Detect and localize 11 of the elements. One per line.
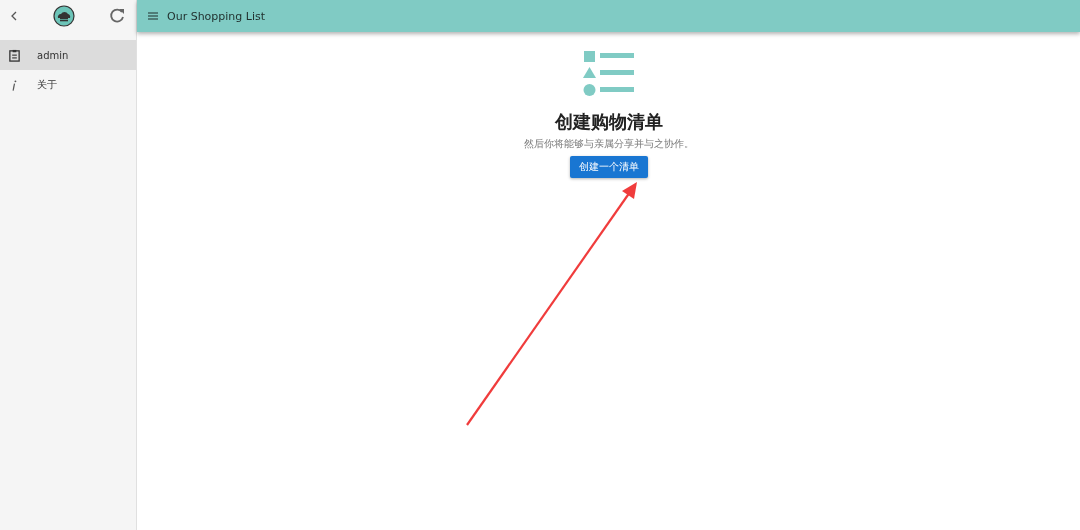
app-title: Our Shopping List (167, 9, 266, 23)
create-list-button[interactable]: 创建一个清单 (569, 156, 648, 178)
menu-icon[interactable] (147, 10, 159, 22)
empty-title: 创建购物清单 (554, 110, 663, 134)
empty-subtitle: 然后你将能够与亲属分享并与之协作。 (523, 137, 694, 151)
refresh-icon[interactable] (108, 7, 126, 25)
list-shapes-icon (581, 50, 636, 98)
sidebar-item[interactable]: 关于 (0, 70, 136, 100)
cloud-logo-icon (53, 5, 75, 27)
clipboard-icon (8, 48, 21, 62)
sidebar-item[interactable]: admin (0, 40, 136, 70)
